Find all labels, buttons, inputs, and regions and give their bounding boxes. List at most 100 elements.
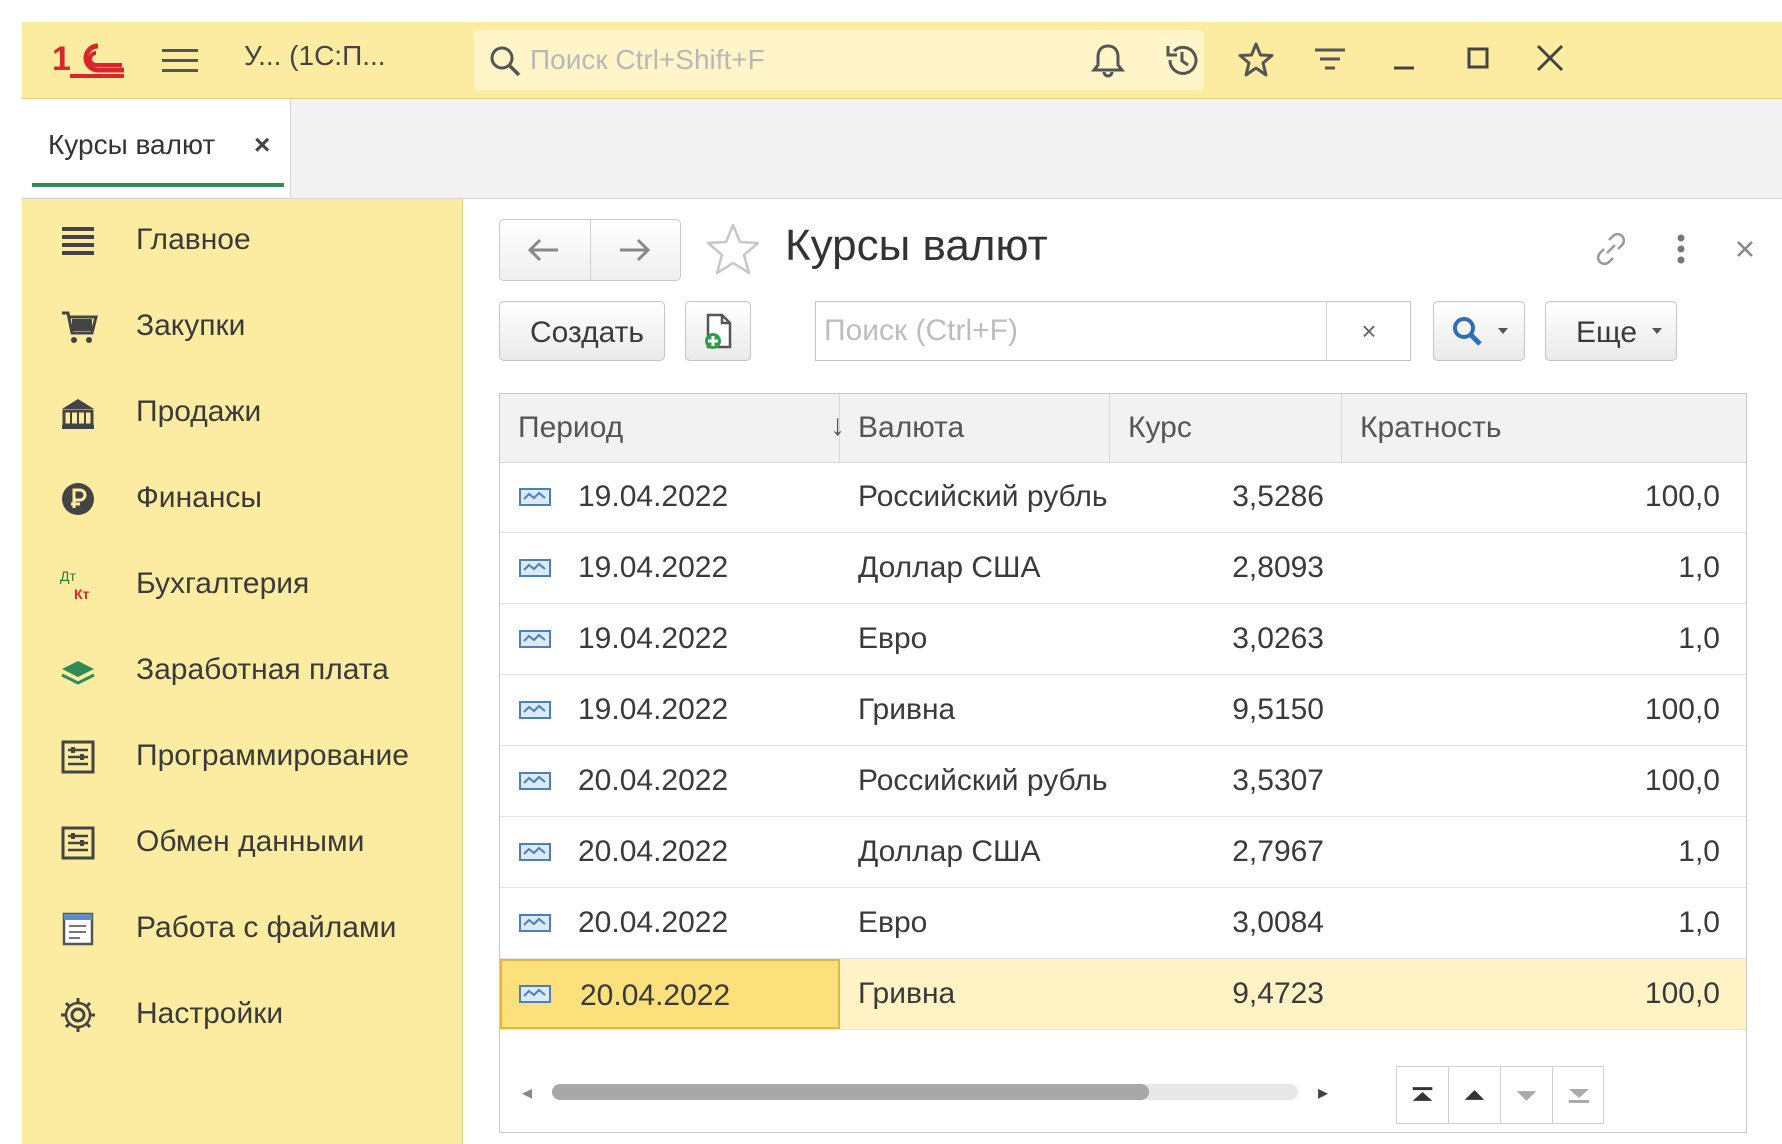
go-down-icon[interactable] bbox=[1501, 1067, 1553, 1123]
cell-rate: 3,0084 bbox=[1232, 906, 1324, 939]
scroll-right-icon[interactable]: ▸ bbox=[1318, 1080, 1328, 1105]
sidebar-item-label: Настройки bbox=[136, 997, 284, 1030]
cell-currency: Евро bbox=[858, 906, 928, 939]
maximize-icon[interactable] bbox=[1458, 36, 1498, 80]
column-header-currency[interactable]: Валюта bbox=[840, 394, 1110, 462]
navigation-buttons bbox=[499, 219, 681, 281]
currency-rates-table[interactable]: Период ↓ Валюта Курс Кратность 19.04.202… bbox=[499, 393, 1747, 1133]
scroll-thumb[interactable] bbox=[552, 1084, 1149, 1100]
cell-period: 20.04.2022 bbox=[578, 835, 729, 868]
go-up-icon[interactable] bbox=[1449, 1067, 1501, 1123]
list-search-input[interactable]: Поиск (Ctrl+F) × bbox=[815, 301, 1411, 361]
sidebar-item-files[interactable]: Работа с файлами bbox=[22, 887, 462, 973]
cell-period: 19.04.2022 bbox=[578, 622, 729, 655]
cell-multiplier: 100,0 bbox=[1644, 764, 1720, 797]
cell-rate: 9,4723 bbox=[1232, 977, 1324, 1010]
sidebar-item-data-exchange[interactable]: Обмен данными bbox=[22, 801, 462, 887]
table-row[interactable]: 20.04.2022 Доллар США 2,7967 1,0 bbox=[500, 817, 1746, 888]
cell-period: 19.04.2022 bbox=[578, 551, 729, 584]
sidebar-item-programming[interactable]: Программирование bbox=[22, 715, 462, 801]
tab-close-icon[interactable]: × bbox=[254, 129, 270, 161]
magnifier-icon bbox=[1453, 317, 1482, 346]
create-button-label: Создать bbox=[530, 316, 645, 349]
sidebar-item-label: Заработная плата bbox=[136, 653, 389, 686]
sidebar-item-label: Главное bbox=[136, 223, 251, 256]
app-window: 1 У... (1С:П... Поиск Ctrl+Shift+F Курсы… bbox=[22, 22, 1782, 1144]
cell-rate: 9,5150 bbox=[1232, 693, 1324, 726]
cell-currency: Гривна bbox=[858, 977, 956, 1010]
table-row[interactable]: 19.04.2022 Гривна 9,5150 100,0 bbox=[500, 675, 1746, 746]
cell-rate: 3,5286 bbox=[1232, 480, 1324, 513]
global-search-placeholder: Поиск Ctrl+Shift+F bbox=[530, 44, 765, 75]
cell-multiplier: 100,0 bbox=[1644, 480, 1720, 513]
column-header-period[interactable]: Период ↓ bbox=[500, 394, 845, 462]
forward-arrow-icon[interactable] bbox=[614, 234, 654, 266]
files-icon bbox=[62, 912, 94, 946]
table-row[interactable]: 20.04.2022 Евро 3,0084 1,0 bbox=[500, 888, 1746, 959]
svg-text:1: 1 bbox=[52, 40, 71, 78]
sidebar-item-label: Бухгалтерия bbox=[136, 567, 310, 600]
tab-active-underline bbox=[32, 183, 284, 187]
cell-currency: Гривна bbox=[858, 693, 956, 726]
history-icon[interactable] bbox=[1162, 40, 1202, 80]
copy-document-button[interactable] bbox=[685, 301, 751, 361]
column-header-rate[interactable]: Курс bbox=[1110, 394, 1342, 462]
close-icon[interactable] bbox=[1530, 36, 1570, 80]
table-row-selected[interactable]: 20.04.2022 Гривна 9,4723 100,0 bbox=[500, 959, 1746, 1030]
tab-currency-rates[interactable]: Курсы валют × bbox=[22, 99, 291, 197]
sidebar-item-label: Программирование bbox=[136, 739, 409, 772]
sidebar-item-salary[interactable]: Заработная плата bbox=[22, 629, 462, 715]
go-last-icon[interactable] bbox=[1553, 1067, 1605, 1123]
menu-icon[interactable] bbox=[162, 44, 198, 74]
table-row[interactable]: 19.04.2022 Доллар США 2,8093 1,0 bbox=[500, 533, 1746, 604]
sidebar-item-purchases[interactable]: Закупки bbox=[22, 285, 462, 371]
scroll-left-icon[interactable]: ◂ bbox=[522, 1080, 532, 1105]
cell-rate: 2,8093 bbox=[1232, 551, 1324, 584]
list-search-placeholder: Поиск (Ctrl+F) bbox=[824, 314, 1018, 347]
cell-period: 19.04.2022 bbox=[578, 693, 729, 726]
programming-icon bbox=[61, 740, 95, 774]
search-clear-button[interactable]: × bbox=[1326, 302, 1411, 360]
cell-currency: Российский рубль bbox=[858, 480, 1108, 513]
horizontal-scrollbar[interactable]: ◂ ▸ bbox=[518, 1072, 1338, 1112]
svg-text:Дт: Дт bbox=[60, 568, 76, 584]
cell-rate: 3,5307 bbox=[1232, 764, 1324, 797]
sidebar-item-finance[interactable]: Финансы bbox=[22, 457, 462, 543]
filter-icon[interactable] bbox=[1310, 40, 1350, 80]
bell-icon[interactable] bbox=[1088, 40, 1128, 80]
sidebar-item-accounting[interactable]: Дт Кт Бухгалтерия bbox=[22, 543, 462, 629]
back-arrow-icon[interactable] bbox=[524, 234, 564, 266]
sidebar-item-main[interactable]: Главное bbox=[22, 199, 462, 285]
table-row[interactable]: 20.04.2022 Российский рубль 3,5307 100,0 bbox=[500, 746, 1746, 817]
minimize-icon[interactable] bbox=[1384, 36, 1424, 80]
table-row[interactable]: 19.04.2022 Евро 3,0263 1,0 bbox=[500, 604, 1746, 675]
form-close-icon[interactable] bbox=[1723, 227, 1767, 271]
more-vertical-icon[interactable] bbox=[1659, 227, 1703, 271]
logo-1c-icon[interactable]: 1 bbox=[50, 36, 126, 82]
dropdown-arrow-icon bbox=[1498, 328, 1508, 334]
search-icon bbox=[490, 46, 521, 77]
sidebar-item-sales[interactable]: Продажи bbox=[22, 371, 462, 457]
sidebar-item-label: Работа с файлами bbox=[136, 911, 397, 944]
create-button[interactable]: Создать bbox=[499, 301, 665, 361]
go-first-icon[interactable] bbox=[1397, 1067, 1449, 1123]
title-bar: 1 У... (1С:П... Поиск Ctrl+Shift+F bbox=[22, 22, 1782, 99]
cell-period: 20.04.2022 bbox=[578, 764, 729, 797]
sidebar: Главное Закупки Продажи Финансы Дт Кт Бу… bbox=[22, 199, 463, 1144]
app-title: У... (1С:П... bbox=[244, 40, 386, 71]
cell-period: 20.04.2022 bbox=[578, 906, 729, 939]
star-icon[interactable] bbox=[1236, 40, 1276, 80]
search-options-button[interactable] bbox=[1433, 301, 1525, 361]
list-navigation bbox=[1396, 1066, 1604, 1124]
data-exchange-icon bbox=[61, 826, 95, 860]
cell-currency: Российский рубль bbox=[858, 764, 1108, 797]
table-header: Период ↓ Валюта Курс Кратность bbox=[500, 394, 1746, 463]
column-header-multiplier[interactable]: Кратность bbox=[1342, 394, 1746, 462]
link-icon[interactable] bbox=[1589, 227, 1633, 271]
favorite-star-icon[interactable] bbox=[703, 221, 763, 279]
nav-separator bbox=[590, 220, 591, 280]
table-row[interactable]: 19.04.2022 Российский рубль 3,5286 100,0 bbox=[500, 462, 1746, 533]
more-button[interactable]: Еще bbox=[1545, 301, 1677, 361]
sidebar-item-settings[interactable]: Настройки bbox=[22, 973, 462, 1059]
finance-icon bbox=[62, 483, 94, 515]
